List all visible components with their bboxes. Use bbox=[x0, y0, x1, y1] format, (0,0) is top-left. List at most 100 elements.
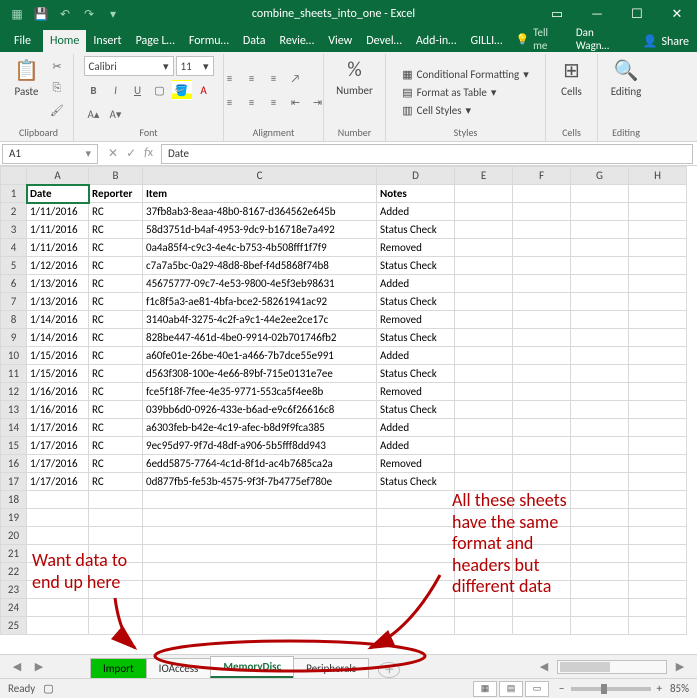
cell[interactable] bbox=[143, 617, 377, 635]
cell[interactable]: 1/17/2016 bbox=[27, 473, 89, 491]
row-header[interactable]: 7 bbox=[1, 293, 27, 311]
cell[interactable] bbox=[89, 617, 143, 635]
formula-input[interactable]: Date bbox=[161, 144, 693, 164]
cell[interactable]: RC bbox=[89, 455, 143, 473]
cell[interactable] bbox=[455, 563, 513, 581]
cell[interactable] bbox=[513, 599, 571, 617]
spreadsheet-grid[interactable]: A B C D E F G H 1DateReporterItemNotes21… bbox=[0, 166, 697, 635]
cell[interactable] bbox=[377, 509, 455, 527]
row-header[interactable]: 5 bbox=[1, 257, 27, 275]
cell[interactable] bbox=[27, 599, 89, 617]
cell[interactable] bbox=[571, 419, 629, 437]
row-header[interactable]: 9 bbox=[1, 329, 27, 347]
cell[interactable]: Status Check bbox=[377, 293, 455, 311]
cell[interactable]: 1/16/2016 bbox=[27, 401, 89, 419]
row-header[interactable]: 10 bbox=[1, 347, 27, 365]
cell[interactable] bbox=[513, 527, 571, 545]
row-header[interactable]: 8 bbox=[1, 311, 27, 329]
cell[interactable] bbox=[629, 221, 687, 239]
cell[interactable] bbox=[513, 383, 571, 401]
border-button[interactable]: ▢ bbox=[150, 80, 170, 100]
cell[interactable]: fce5f18f-7fee-4e35-9771-553ca5f4ee8b bbox=[143, 383, 377, 401]
cell[interactable] bbox=[513, 419, 571, 437]
row-header[interactable]: 2 bbox=[1, 203, 27, 221]
close-button[interactable]: ✕ bbox=[657, 0, 697, 28]
cell[interactable] bbox=[629, 581, 687, 599]
editing-button[interactable]: 🔍Editing bbox=[607, 56, 646, 100]
tab-home[interactable]: Home bbox=[43, 30, 86, 52]
cell[interactable]: RC bbox=[89, 257, 143, 275]
cell[interactable]: 1/13/2016 bbox=[27, 275, 89, 293]
cell[interactable] bbox=[455, 509, 513, 527]
cell[interactable] bbox=[455, 275, 513, 293]
cell[interactable] bbox=[571, 275, 629, 293]
cell[interactable]: 1/16/2016 bbox=[27, 383, 89, 401]
cell[interactable] bbox=[455, 239, 513, 257]
col-header-D[interactable]: D bbox=[377, 167, 455, 185]
cell[interactable] bbox=[377, 563, 455, 581]
cell[interactable] bbox=[629, 347, 687, 365]
grow-font-icon[interactable]: A▴ bbox=[84, 104, 104, 124]
cell[interactable]: RC bbox=[89, 419, 143, 437]
tab-insert[interactable]: Insert bbox=[86, 30, 128, 52]
fill-color-button[interactable]: 🪣 bbox=[172, 80, 192, 100]
row-header[interactable]: 23 bbox=[1, 581, 27, 599]
cell[interactable] bbox=[629, 329, 687, 347]
cell[interactable] bbox=[455, 311, 513, 329]
col-header-E[interactable]: E bbox=[455, 167, 513, 185]
cell[interactable] bbox=[513, 347, 571, 365]
cell[interactable]: Added bbox=[377, 275, 455, 293]
cell[interactable]: RC bbox=[89, 347, 143, 365]
macro-record-icon[interactable]: ▢ bbox=[43, 682, 53, 695]
qat-more-icon[interactable]: ▾ bbox=[102, 3, 124, 25]
tab-formulas[interactable]: Formu… bbox=[182, 30, 236, 52]
cell[interactable] bbox=[513, 275, 571, 293]
row-header[interactable]: 14 bbox=[1, 419, 27, 437]
cell[interactable] bbox=[455, 383, 513, 401]
cell[interactable]: RC bbox=[89, 329, 143, 347]
cell[interactable] bbox=[571, 185, 629, 203]
cell[interactable] bbox=[571, 239, 629, 257]
cell[interactable] bbox=[571, 473, 629, 491]
cell[interactable] bbox=[455, 473, 513, 491]
cell[interactable] bbox=[377, 545, 455, 563]
cell[interactable] bbox=[513, 509, 571, 527]
align-top-icon[interactable]: ≡ bbox=[220, 68, 240, 88]
row-header[interactable]: 18 bbox=[1, 491, 27, 509]
cell[interactable]: 6edd5875-7764-4c1d-8f1d-ac4b7685ca2a bbox=[143, 455, 377, 473]
cell[interactable]: Notes bbox=[377, 185, 455, 203]
cell[interactable]: a60fe01e-26be-40e1-a466-7b7dce55e991 bbox=[143, 347, 377, 365]
row-header[interactable]: 24 bbox=[1, 599, 27, 617]
cell[interactable]: 37fb8ab3-8eaa-48b0-8167-d364562e645b bbox=[143, 203, 377, 221]
cell[interactable]: Status Check bbox=[377, 473, 455, 491]
cell[interactable] bbox=[143, 599, 377, 617]
bold-button[interactable]: B bbox=[84, 80, 104, 100]
cell[interactable] bbox=[571, 509, 629, 527]
account-name[interactable]: Dan Wagn… bbox=[570, 26, 635, 52]
cell[interactable]: Added bbox=[377, 437, 455, 455]
conditional-formatting-button[interactable]: ▦Conditional Formatting ▾ bbox=[402, 67, 529, 82]
view-normal-button[interactable]: ▦ bbox=[473, 681, 497, 697]
tab-file[interactable]: File bbox=[4, 30, 41, 52]
col-header-F[interactable]: F bbox=[513, 167, 571, 185]
cell[interactable]: 45675777-09c7-4e53-9800-4e5f3eb98631 bbox=[143, 275, 377, 293]
save-icon[interactable]: 💾 bbox=[30, 3, 52, 25]
cell[interactable] bbox=[89, 527, 143, 545]
cell[interactable] bbox=[629, 437, 687, 455]
cell[interactable] bbox=[571, 401, 629, 419]
cell-styles-button[interactable]: ▥Cell Styles ▾ bbox=[402, 103, 471, 118]
cut-icon[interactable]: ✂ bbox=[47, 56, 67, 76]
cell[interactable] bbox=[455, 527, 513, 545]
cell[interactable]: 1/14/2016 bbox=[27, 329, 89, 347]
font-color-button[interactable]: A bbox=[194, 80, 214, 100]
cell[interactable] bbox=[513, 401, 571, 419]
cell[interactable]: RC bbox=[89, 203, 143, 221]
cell[interactable]: 3140ab4f-3275-4c2f-a9c1-44e2ee2ce17c bbox=[143, 311, 377, 329]
cell[interactable] bbox=[629, 239, 687, 257]
cell[interactable] bbox=[455, 401, 513, 419]
ribbon-options-icon[interactable]: ▭ bbox=[537, 0, 577, 28]
shrink-font-icon[interactable]: A▾ bbox=[106, 104, 126, 124]
cell[interactable] bbox=[571, 599, 629, 617]
tab-data[interactable]: Data bbox=[236, 30, 273, 52]
cell[interactable] bbox=[571, 221, 629, 239]
